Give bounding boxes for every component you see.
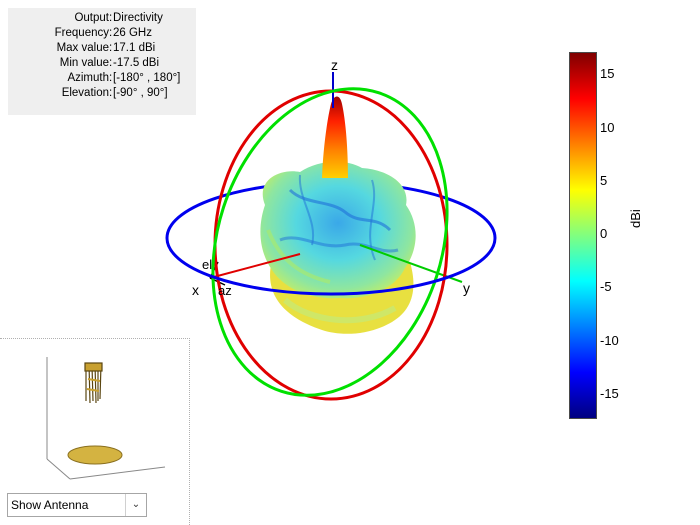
elevation-axis-label: el	[202, 257, 212, 272]
colorbar-tick: 0	[600, 226, 608, 241]
colorbar-tick: 5	[600, 173, 608, 188]
ground-plane-icon	[67, 445, 123, 465]
x-axis-label: x	[192, 282, 199, 298]
y-axis-label: y	[463, 280, 470, 296]
show-antenna-select[interactable]: Show Antenna ⌄	[7, 493, 147, 517]
colorbar-tick: -5	[600, 279, 612, 294]
colorbar-tick: -10	[600, 333, 619, 348]
colorbar-tick: 10	[600, 120, 615, 135]
colorbar-tick: 15	[600, 66, 615, 81]
select-value: Show Antenna	[11, 498, 89, 512]
azimuth-axis-label: az	[218, 283, 232, 298]
antenna-element-icon	[84, 362, 103, 404]
colorbar-tick: -15	[600, 386, 619, 401]
pattern-main-lobe	[322, 96, 348, 178]
colorbar-label: dBi	[628, 209, 643, 228]
z-axis-label: z	[331, 57, 338, 73]
chevron-down-icon[interactable]: ⌄	[125, 494, 146, 516]
colorbar	[569, 52, 597, 419]
antenna-preview	[46, 357, 166, 480]
pattern-main-body	[260, 161, 416, 299]
